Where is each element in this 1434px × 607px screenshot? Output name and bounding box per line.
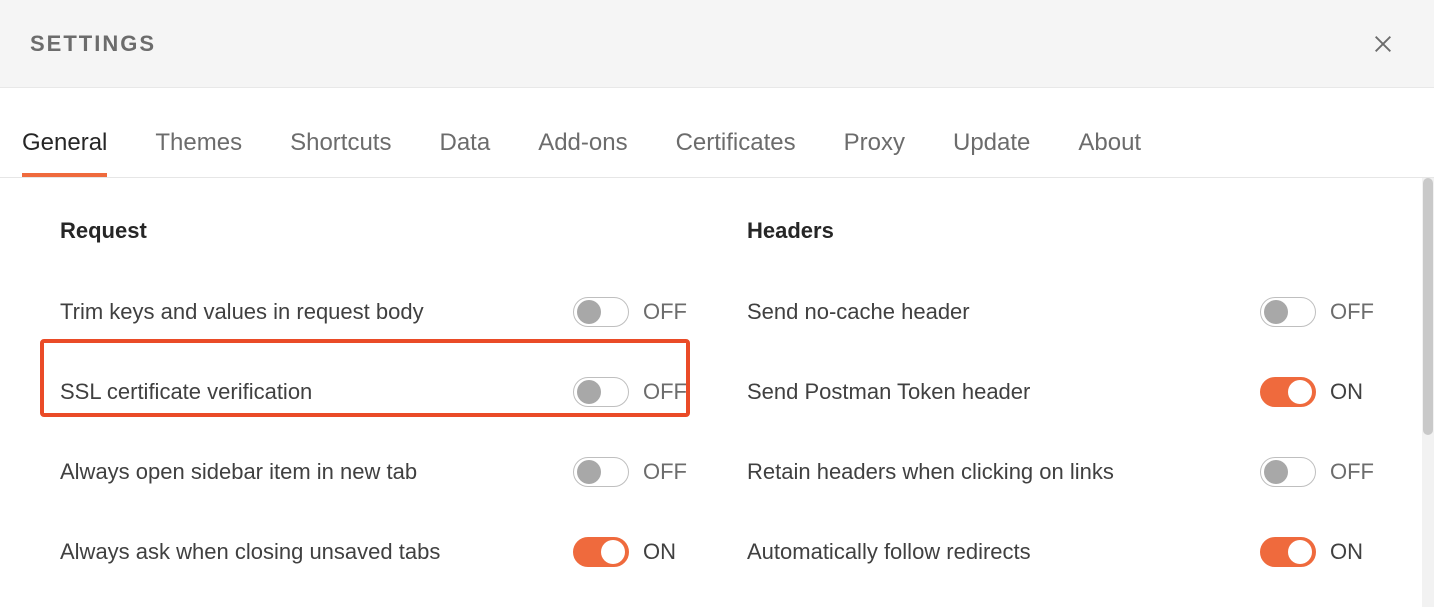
toggle-state-label: OFF [643,459,687,485]
toggle-knob [577,380,601,404]
toggle-state-label: ON [1330,539,1374,565]
setting-label: Automatically follow redirects [747,539,1043,565]
toggle-knob [577,460,601,484]
settings-title: SETTINGS [30,31,156,57]
setting-row: SSL certificate verification OFF [60,352,687,432]
setting-label: SSL certificate verification [60,379,324,405]
toggle-group: ON [1260,377,1374,407]
settings-tabs: General Themes Shortcuts Data Add-ons Certifi… [0,88,1434,178]
toggle-state-label: ON [1330,379,1374,405]
toggle-knob [601,540,625,564]
close-icon [1372,33,1394,55]
section-title-request: Request [60,218,687,244]
toggle-state-label: ON [643,539,687,565]
toggle-state-label: OFF [643,299,687,325]
toggle-knob [1288,540,1312,564]
close-button[interactable] [1372,33,1394,55]
toggle-group: OFF [573,457,687,487]
toggle-switch[interactable] [1260,537,1316,567]
tab-about[interactable]: About [1078,129,1141,177]
toggle-group: ON [573,537,687,567]
toggle-knob [577,300,601,324]
toggle-switch[interactable] [573,297,629,327]
tab-proxy[interactable]: Proxy [844,129,905,177]
setting-row: Send no-cache header OFF [747,272,1374,352]
tab-general[interactable]: General [22,129,107,177]
toggle-switch[interactable] [1260,377,1316,407]
toggle-switch[interactable] [573,377,629,407]
toggle-switch[interactable] [1260,297,1316,327]
setting-row: Always open sidebar item in new tab OFF [60,432,687,512]
toggle-group: OFF [1260,457,1374,487]
toggle-group: OFF [573,377,687,407]
setting-row: Send Postman Token header ON [747,352,1374,432]
toggle-state-label: OFF [1330,459,1374,485]
scrollbar-thumb[interactable] [1423,178,1433,435]
setting-label: Send Postman Token header [747,379,1042,405]
toggle-group: OFF [573,297,687,327]
setting-label: Send no-cache header [747,299,982,325]
setting-row: Trim keys and values in request body OFF [60,272,687,352]
toggle-state-label: OFF [643,379,687,405]
toggle-knob [1264,300,1288,324]
section-headers: Headers Send no-cache header OFF Send Post… [747,218,1374,607]
toggle-knob [1288,380,1312,404]
toggle-switch[interactable] [1260,457,1316,487]
section-request: Request Trim keys and values in request … [60,218,687,607]
setting-label: Always ask when closing unsaved tabs [60,539,452,565]
tab-update[interactable]: Update [953,129,1030,177]
setting-row: Automatically follow redirects ON [747,512,1374,592]
toggle-state-label: OFF [1330,299,1374,325]
setting-row: Retain headers when clicking on links OFF [747,432,1374,512]
toggle-group: OFF [1260,297,1374,327]
settings-content-wrap: Request Trim keys and values in request … [0,178,1434,607]
section-title-headers: Headers [747,218,1374,244]
setting-row: Always ask when closing unsaved tabs ON [60,512,687,592]
setting-label: Retain headers when clicking on links [747,459,1126,485]
toggle-knob [1264,460,1288,484]
tab-certificates[interactable]: Certificates [676,129,796,177]
settings-header: SETTINGS [0,0,1434,88]
tab-themes[interactable]: Themes [155,129,242,177]
setting-label: Always open sidebar item in new tab [60,459,429,485]
tab-shortcuts[interactable]: Shortcuts [290,129,391,177]
tab-add-ons[interactable]: Add-ons [538,129,627,177]
settings-content: Request Trim keys and values in request … [0,178,1434,607]
setting-label: Trim keys and values in request body [60,299,436,325]
toggle-group: ON [1260,537,1374,567]
toggle-switch[interactable] [573,457,629,487]
tab-data[interactable]: Data [439,129,490,177]
content-scrollbar[interactable] [1422,178,1434,607]
toggle-switch[interactable] [573,537,629,567]
